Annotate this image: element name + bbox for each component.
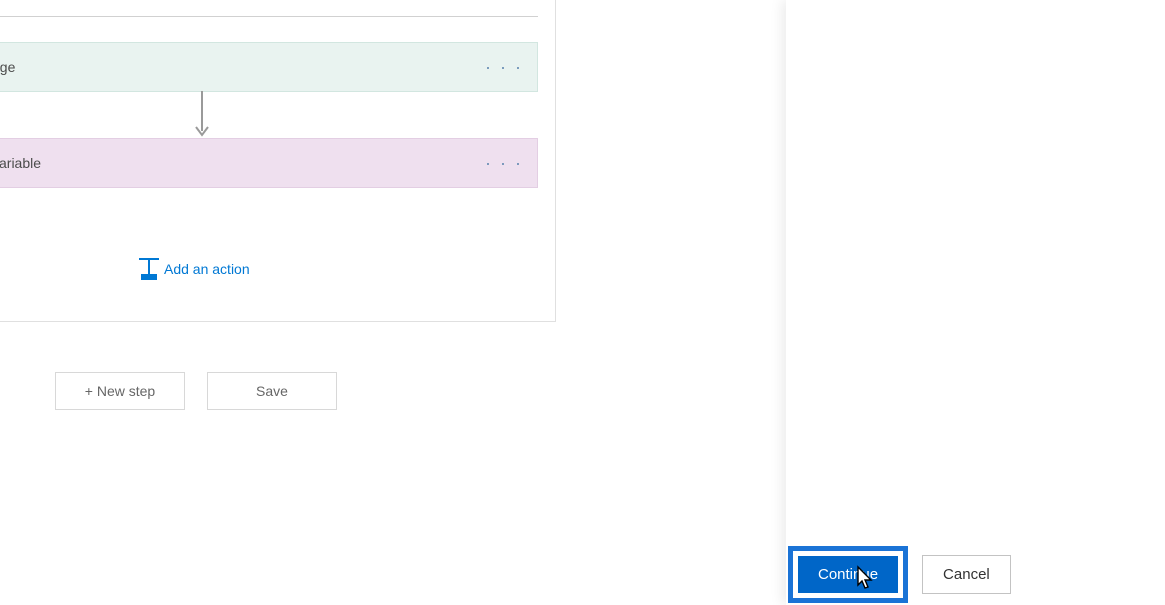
continue-button[interactable]: Continue [798,556,898,593]
loop-container: age · · · variable · · · Add an action [0,0,556,322]
continue-highlight: Continue [788,546,908,603]
side-panel [786,0,1165,605]
insert-step-icon [142,258,156,280]
flow-footer-buttons: + New step Save [55,372,337,410]
more-options-icon[interactable]: · · · [485,153,523,174]
action-card-label: age [0,59,485,75]
add-action-link[interactable]: Add an action [142,258,250,280]
save-button[interactable]: Save [207,372,337,410]
more-options-icon[interactable]: · · · [485,57,523,78]
action-card-variable[interactable]: variable · · · [0,138,538,188]
cancel-button[interactable]: Cancel [922,555,1011,594]
action-card-label: variable [0,155,485,171]
add-action-label: Add an action [164,261,250,277]
container-top-border [0,16,538,17]
new-step-button[interactable]: + New step [55,372,185,410]
flow-arrow-icon [195,91,209,139]
flow-canvas: age · · · variable · · · Add an action +… [0,0,786,605]
action-card-message[interactable]: age · · · [0,42,538,92]
dialog-footer: Continue Cancel [788,546,1011,603]
